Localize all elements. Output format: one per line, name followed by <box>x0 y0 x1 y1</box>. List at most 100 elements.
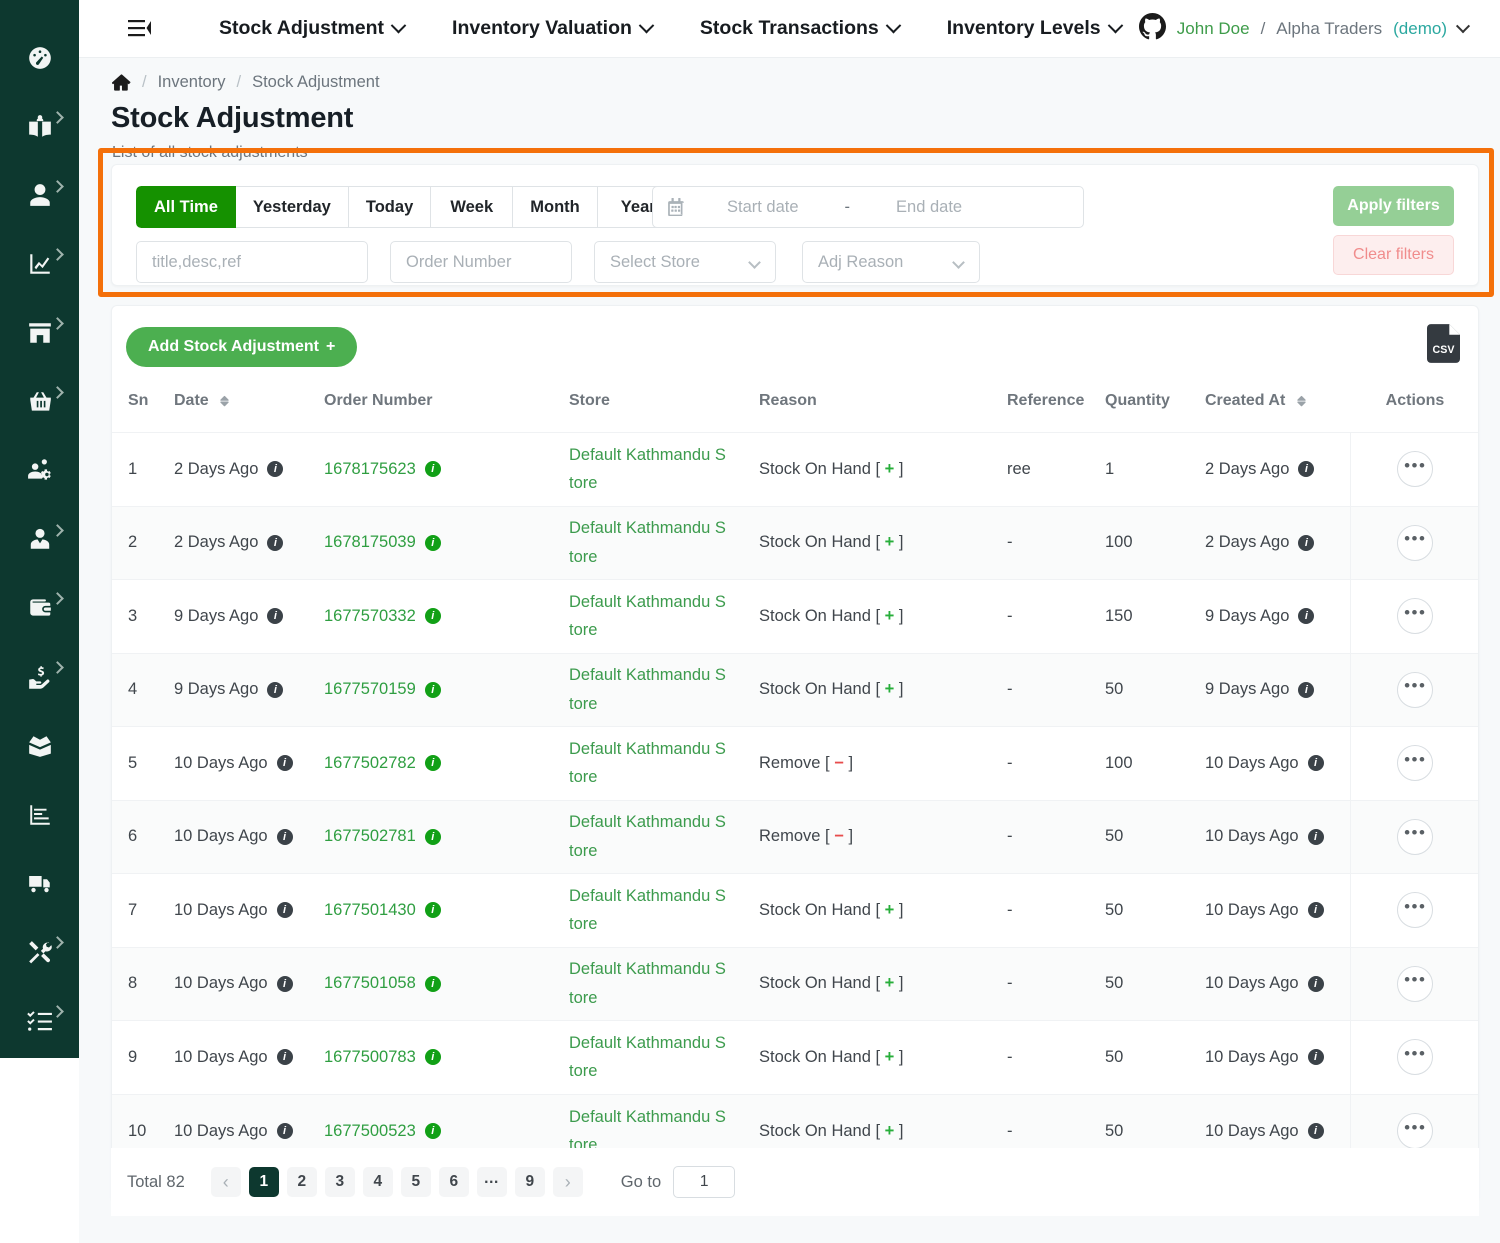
clear-filters-button[interactable]: Clear filters <box>1333 235 1454 275</box>
info-icon[interactable]: i <box>1307 755 1324 772</box>
column-header-date[interactable]: Date <box>174 381 324 433</box>
order-number-link[interactable]: 1677501058 <box>324 974 416 993</box>
store-select[interactable]: Select Store <box>594 241 776 283</box>
order-number-link[interactable]: 1677500523 <box>324 1122 416 1141</box>
start-date-input[interactable]: Start date <box>727 198 799 217</box>
table-row[interactable]: 9 10 Days Ago i 1677500783 i Default Kathmand… <box>112 1020 1478 1094</box>
row-actions-button[interactable]: ••• <box>1397 745 1434 782</box>
sidebar-item-4[interactable] <box>0 301 79 370</box>
sort-toggle-icon[interactable] <box>219 393 230 408</box>
nav-stock-transactions[interactable]: Stock Transactions <box>700 17 902 40</box>
info-icon[interactable]: i <box>424 461 441 478</box>
table-row[interactable]: 12 Days Ago i 1678175623 i Default Kathmandu… <box>112 432 1478 506</box>
home-icon[interactable] <box>112 73 131 92</box>
sidebar-item-9[interactable] <box>0 645 79 714</box>
store-link[interactable]: Default Kathmandu Store <box>569 441 729 498</box>
store-link[interactable]: Default Kathmandu Store <box>569 882 729 939</box>
store-link[interactable]: Default Kathmandu Store <box>569 955 729 1012</box>
breadcrumb-item-inventory[interactable]: Inventory <box>158 73 226 92</box>
page-button-1[interactable]: 1 <box>248 1167 279 1197</box>
info-icon[interactable]: i <box>267 534 284 551</box>
info-icon[interactable]: i <box>1307 975 1324 992</box>
user-menu[interactable]: John Doe / Alpha Traders (demo) <box>1138 12 1471 45</box>
row-actions-button[interactable]: ••• <box>1397 892 1434 929</box>
table-row[interactable]: 6 10 Days Ago i 1677502781 i Default Kathmand… <box>112 799 1478 874</box>
sidebar-item-7[interactable] <box>0 508 79 577</box>
info-icon[interactable]: i <box>424 828 441 845</box>
row-actions-button[interactable]: ••• <box>1397 1113 1434 1149</box>
table-row[interactable]: 7 10 Days Ago i 1677501430 i Default Kathmand… <box>112 873 1478 947</box>
info-icon[interactable]: i <box>1307 1123 1324 1139</box>
sidebar-item-1[interactable] <box>0 95 79 164</box>
page-button-3[interactable]: 3 <box>324 1167 355 1197</box>
sidebar-item-10[interactable] <box>0 714 79 783</box>
column-header-created-at[interactable]: Created At <box>1205 381 1350 433</box>
nav-inventory-valuation[interactable]: Inventory Valuation <box>452 17 655 40</box>
store-link[interactable]: Default Kathmandu Store <box>569 808 729 865</box>
info-icon[interactable]: i <box>424 1123 441 1139</box>
range-yesterday[interactable]: Yesterday <box>235 186 349 228</box>
order-number-link[interactable]: 1677500783 <box>324 1048 416 1067</box>
info-icon[interactable]: i <box>1298 461 1315 478</box>
sidebar-item-0[interactable] <box>0 26 79 95</box>
csv-file-icon[interactable]: CSV <box>1427 324 1460 363</box>
search-input[interactable]: title,desc,ref <box>136 241 368 283</box>
sidebar-item-11[interactable] <box>0 783 79 852</box>
sidebar-item-2[interactable] <box>0 164 79 233</box>
info-icon[interactable]: i <box>276 975 293 992</box>
info-icon[interactable]: i <box>276 902 293 919</box>
sidebar-item-12[interactable] <box>0 852 79 921</box>
store-link[interactable]: Default Kathmandu Store <box>569 588 729 645</box>
sidebar-item-14[interactable] <box>0 989 79 1058</box>
info-icon[interactable]: i <box>424 608 441 625</box>
store-link[interactable]: Default Kathmandu Store <box>569 661 729 718</box>
order-number-link[interactable]: 1678175623 <box>324 460 416 479</box>
info-icon[interactable]: i <box>276 1123 293 1139</box>
store-link[interactable]: Default Kathmandu Store <box>569 514 729 571</box>
store-link[interactable]: Default Kathmandu Store <box>569 1029 729 1086</box>
hamburger-collapse-icon[interactable] <box>125 14 155 44</box>
order-number-link[interactable]: 1677570159 <box>324 680 416 699</box>
info-icon[interactable]: i <box>424 755 441 772</box>
info-icon[interactable]: i <box>1307 828 1324 845</box>
info-icon[interactable]: i <box>424 902 441 919</box>
table-row[interactable]: 5 10 Days Ago i 1677502782 i Default Kathmand… <box>112 726 1478 800</box>
table-row[interactable]: 8 10 Days Ago i 1677501058 i Default Kathmand… <box>112 946 1478 1021</box>
order-number-link[interactable]: 1677570332 <box>324 607 416 626</box>
sidebar-item-3[interactable] <box>0 232 79 301</box>
range-all-time[interactable]: All Time <box>136 186 236 228</box>
info-icon[interactable]: i <box>1298 534 1315 551</box>
row-actions-button[interactable]: ••• <box>1397 818 1434 855</box>
store-link[interactable]: Default Kathmandu Store <box>569 735 729 792</box>
sidebar-item-8[interactable] <box>0 576 79 645</box>
info-icon[interactable]: i <box>276 755 293 772</box>
page-button-9[interactable]: 9 <box>514 1167 545 1197</box>
nav-stock-adjustment[interactable]: Stock Adjustment <box>219 17 407 40</box>
row-actions-button[interactable]: ••• <box>1397 524 1434 561</box>
info-icon[interactable]: i <box>267 461 284 478</box>
info-icon[interactable]: i <box>267 681 284 698</box>
sidebar-item-13[interactable] <box>0 920 79 989</box>
page-button-5[interactable]: 5 <box>400 1167 431 1197</box>
info-icon[interactable]: i <box>1307 1049 1324 1066</box>
page-button-6[interactable]: 6 <box>438 1167 469 1197</box>
info-icon[interactable]: i <box>424 534 441 551</box>
order-number-link[interactable]: 1677502782 <box>324 754 416 773</box>
order-number-link[interactable]: 1678175039 <box>324 533 416 552</box>
info-icon[interactable]: i <box>1298 681 1315 698</box>
row-actions-button[interactable]: ••• <box>1397 1039 1434 1076</box>
nav-inventory-levels[interactable]: Inventory Levels <box>947 17 1123 40</box>
row-actions-button[interactable]: ••• <box>1397 451 1434 488</box>
table-row[interactable]: 49 Days Ago i 1677570159 i Default Kathmandu… <box>112 652 1478 727</box>
info-icon[interactable]: i <box>424 1049 441 1066</box>
sidebar-item-6[interactable] <box>0 439 79 508</box>
end-date-input[interactable]: End date <box>896 198 962 217</box>
adj-reason-select[interactable]: Adj Reason <box>802 241 980 283</box>
date-range-picker[interactable]: Start date - End date <box>652 186 1084 228</box>
table-row[interactable]: 22 Days Ago i 1678175039 i Default Kathmandu… <box>112 505 1478 580</box>
info-icon[interactable]: i <box>1298 608 1315 625</box>
breadcrumb-item-stock-adjustment[interactable]: Stock Adjustment <box>252 73 379 92</box>
next-page-button[interactable]: › <box>552 1167 583 1197</box>
prev-page-button[interactable]: ‹ <box>210 1167 241 1197</box>
goto-page-input[interactable] <box>673 1166 736 1198</box>
